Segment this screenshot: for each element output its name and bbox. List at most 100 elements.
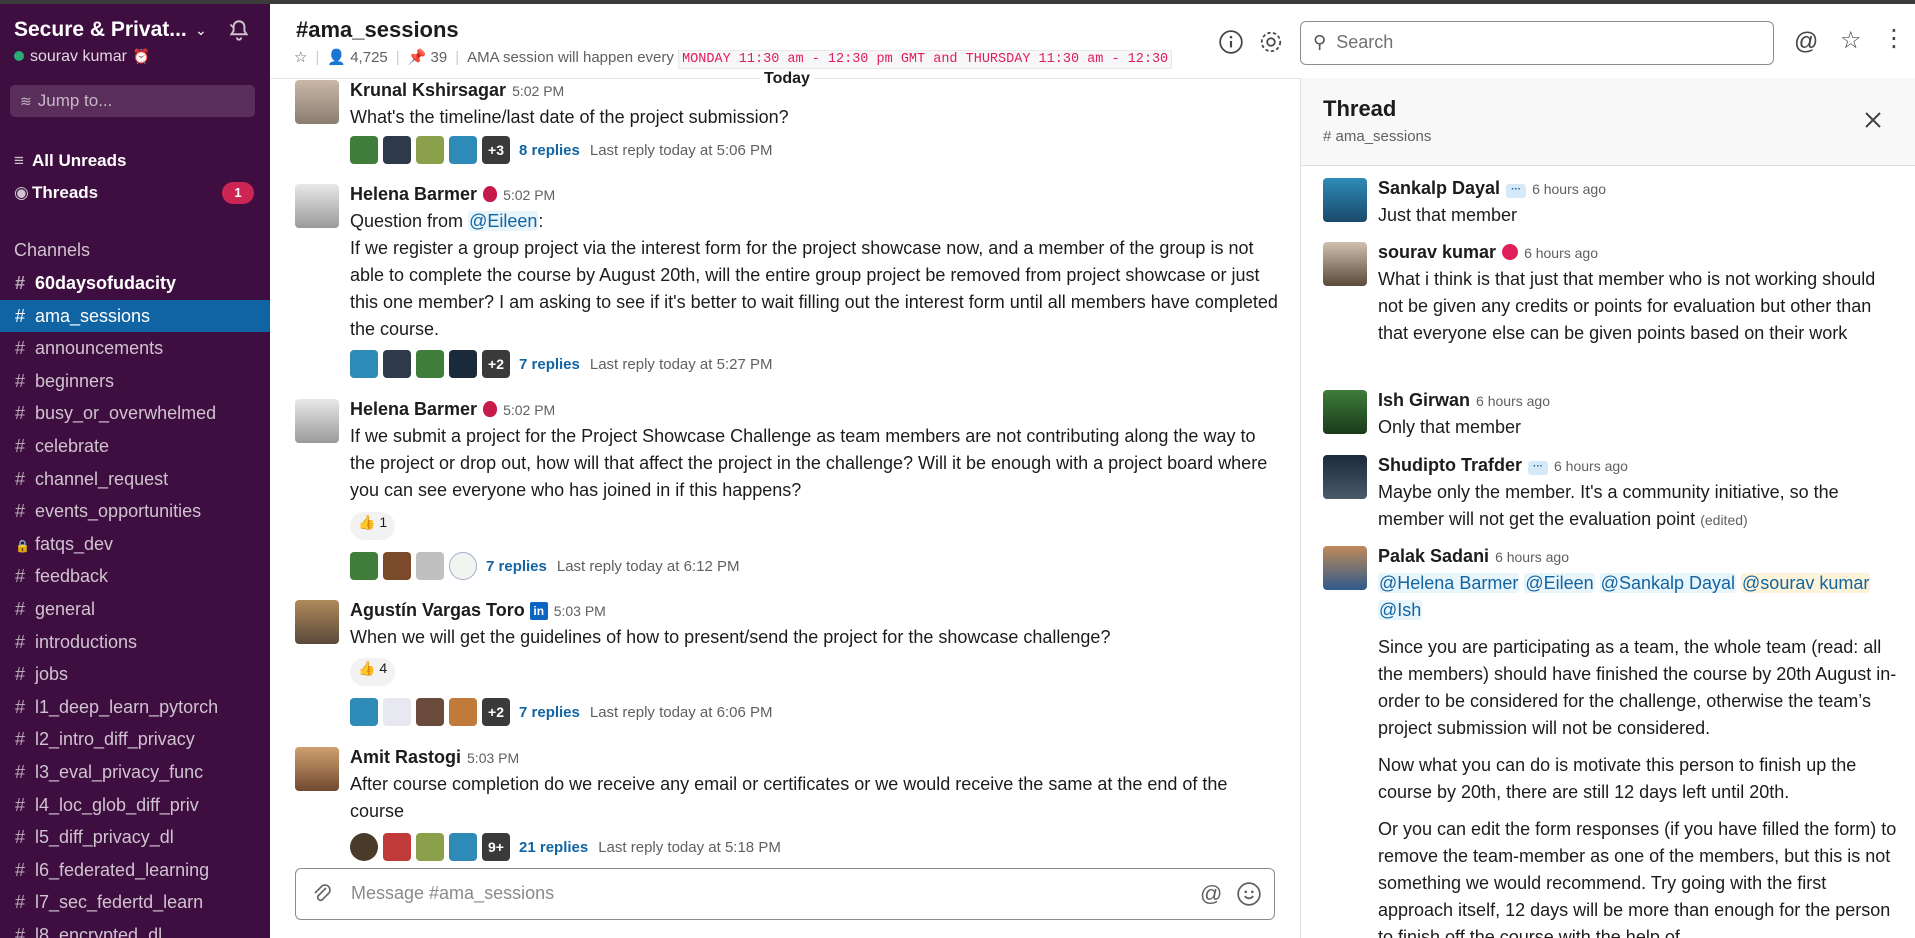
sender-name[interactable]: Shudipto Trafder — [1378, 455, 1522, 475]
avatar[interactable] — [295, 80, 339, 124]
avatar[interactable] — [1323, 546, 1367, 590]
sender-name[interactable]: sourav kumar — [1378, 242, 1496, 262]
close-icon[interactable] — [1861, 108, 1885, 132]
avatar[interactable] — [1323, 390, 1367, 434]
info-icon[interactable] — [1218, 29, 1244, 55]
chevron-down-icon[interactable]: ⌄ — [195, 22, 207, 39]
channels-header[interactable]: Channels — [14, 240, 90, 261]
avatar[interactable] — [1323, 455, 1367, 499]
thread-summary[interactable]: +2 7 replies Last reply today at 5:27 PM — [350, 350, 772, 378]
attachment-icon[interactable] — [310, 881, 334, 907]
message-text-content: Maybe only the member. It's a community … — [1378, 482, 1839, 529]
avatar[interactable] — [295, 747, 339, 791]
sidebar-item-l4_loc_glob_diff_priv[interactable]: # l4_loc_glob_diff_priv — [0, 789, 270, 822]
message-composer[interactable]: Message #ama_sessions @ — [295, 868, 1275, 920]
sidebar-item-channel_request[interactable]: # channel_request — [0, 463, 270, 496]
timestamp[interactable]: 6 hours ago — [1495, 549, 1569, 565]
sidebar-item-jobs[interactable]: # jobs — [0, 658, 270, 691]
avatar[interactable] — [1323, 242, 1367, 286]
channel-label: l3_eval_privacy_func — [35, 761, 204, 782]
sidebar-item-all-unreads[interactable]: ≡ All Unreads — [14, 151, 126, 171]
workspace-name[interactable]: Secure & Privat... — [14, 18, 187, 42]
mentions-icon[interactable]: @ — [1794, 28, 1820, 55]
last-reply: Last reply today at 5:18 PM — [598, 838, 781, 856]
sidebar-item-announcements[interactable]: # announcements — [0, 332, 270, 365]
sender-name[interactable]: Helena Barmer — [350, 399, 477, 419]
reaction-thumbs-up[interactable]: 👍 4 — [350, 658, 396, 686]
sidebar-item-feedback[interactable]: # feedback — [0, 560, 270, 593]
mention[interactable]: @Sankalp Dayal — [1599, 573, 1737, 593]
search-input[interactable]: ⚲ Search — [1300, 21, 1774, 65]
sender-name[interactable]: Krunal Kshirsagar — [350, 80, 506, 100]
reply-count[interactable]: 7 replies — [519, 356, 580, 373]
reply-count[interactable]: 8 replies — [519, 142, 580, 159]
sender-name[interactable]: Helena Barmer — [350, 184, 477, 204]
sidebar-item-celebrate[interactable]: # celebrate — [0, 430, 270, 463]
mention[interactable]: @Eileen — [1524, 573, 1595, 593]
sender-name[interactable]: Palak Sadani — [1378, 546, 1489, 566]
sidebar-item-general[interactable]: # general — [0, 593, 270, 626]
sidebar-item-l5_diff_privacy_dl[interactable]: # l5_diff_privacy_dl — [0, 821, 270, 854]
sidebar-item-l2_intro_diff_privacy[interactable]: # l2_intro_diff_privacy — [0, 723, 270, 756]
sender-name[interactable]: Amit Rastogi — [350, 747, 461, 767]
notification-bell-icon[interactable] — [226, 18, 252, 44]
thread-summary[interactable]: 7 replies Last reply today at 6:12 PM — [350, 552, 739, 580]
timestamp[interactable]: 6 hours ago — [1532, 181, 1606, 197]
star-icon[interactable]: ☆ — [1840, 26, 1866, 54]
gear-icon[interactable] — [1258, 29, 1284, 55]
mention[interactable]: @sourav kumar — [1741, 573, 1871, 593]
avatar[interactable] — [295, 184, 339, 228]
pinned-count[interactable]: 39 — [431, 49, 448, 66]
reply-count[interactable]: 21 replies — [519, 839, 588, 856]
sidebar-item-l6_federated_learning[interactable]: # l6_federated_learning — [0, 854, 270, 887]
avatar[interactable] — [1323, 178, 1367, 222]
timestamp[interactable]: 5:02 PM — [503, 402, 555, 418]
sidebar-item-fatqs_dev[interactable]: 🔒 fatqs_dev — [0, 528, 270, 561]
member-count[interactable]: 4,725 — [350, 49, 388, 66]
timestamp[interactable]: 6 hours ago — [1554, 458, 1628, 474]
star-icon[interactable]: ☆ — [294, 49, 307, 66]
sidebar-item-introductions[interactable]: # introductions — [0, 626, 270, 659]
sidebar-item-l8_encrypted_dl[interactable]: # l8_encrypted_dl — [0, 919, 270, 938]
sidebar-item-ama_sessions[interactable]: # ama_sessions — [0, 299, 270, 333]
jump-to-input[interactable]: ≋ Jump to... — [10, 85, 255, 117]
thread-summary[interactable]: 9+ 21 replies Last reply today at 5:18 PM — [350, 833, 781, 861]
timestamp[interactable]: 5:02 PM — [512, 83, 564, 99]
more-icon[interactable]: ⋮ — [1882, 24, 1908, 52]
sidebar-item-events_opportunities[interactable]: # events_opportunities — [0, 495, 270, 528]
thread-summary[interactable]: +3 8 replies Last reply today at 5:06 PM — [350, 136, 772, 164]
mention[interactable]: @Ish — [1378, 600, 1423, 620]
channel-title[interactable]: #ama_sessions — [296, 17, 459, 43]
sender-name[interactable]: Agustín Vargas Toro — [350, 600, 525, 620]
sidebar-item-60daysofudacity[interactable]: #60daysofudacity — [0, 267, 270, 300]
sidebar-item-l3_eval_privacy_func[interactable]: # l3_eval_privacy_func — [0, 756, 270, 789]
date-divider[interactable]: Today — [760, 70, 814, 88]
sidebar-item-threads[interactable]: ◉ Threads — [14, 183, 98, 203]
sender-name[interactable]: Ish Girwan — [1378, 390, 1470, 410]
timestamp[interactable]: 5:03 PM — [554, 603, 606, 619]
sidebar-item-l7_sec_federtd_learn[interactable]: # l7_sec_federtd_learn — [0, 886, 270, 919]
current-user[interactable]: sourav kumar ⏰ — [14, 48, 150, 66]
timestamp[interactable]: 5:02 PM — [503, 187, 555, 203]
emoji-icon[interactable] — [1236, 881, 1262, 907]
sidebar-item-beginners[interactable]: # beginners — [0, 365, 270, 398]
thread-summary[interactable]: +2 7 replies Last reply today at 6:06 PM — [350, 698, 772, 726]
sidebar-item-l1_deep_learn_pytorch[interactable]: # l1_deep_learn_pytorch — [0, 691, 270, 724]
lock-icon: 🔒 — [15, 538, 30, 553]
sender-name[interactable]: Sankalp Dayal — [1378, 178, 1500, 198]
sidebar-item-busy_or_overwhelmed[interactable]: # busy_or_overwhelmed — [0, 397, 270, 430]
reply-count[interactable]: 7 replies — [486, 558, 547, 575]
timestamp[interactable]: 5:03 PM — [467, 750, 519, 766]
reaction-thumbs-up[interactable]: 👍 1 — [350, 512, 396, 540]
timestamp[interactable]: 6 hours ago — [1476, 393, 1550, 409]
timestamp[interactable]: 6 hours ago — [1524, 245, 1598, 261]
mention-icon[interactable]: @ — [1200, 881, 1226, 907]
mention[interactable]: @Helena Barmer — [1378, 573, 1520, 593]
mention[interactable]: @Eileen — [468, 211, 539, 231]
more-avatars: +2 — [482, 350, 510, 378]
thread-channel[interactable]: # ama_sessions — [1323, 128, 1431, 145]
topic-code: MONDAY 11:30 am - 12:30 pm GMT and THURS… — [678, 50, 1173, 69]
reply-count[interactable]: 7 replies — [519, 704, 580, 721]
avatar[interactable] — [295, 600, 339, 644]
avatar[interactable] — [295, 399, 339, 443]
